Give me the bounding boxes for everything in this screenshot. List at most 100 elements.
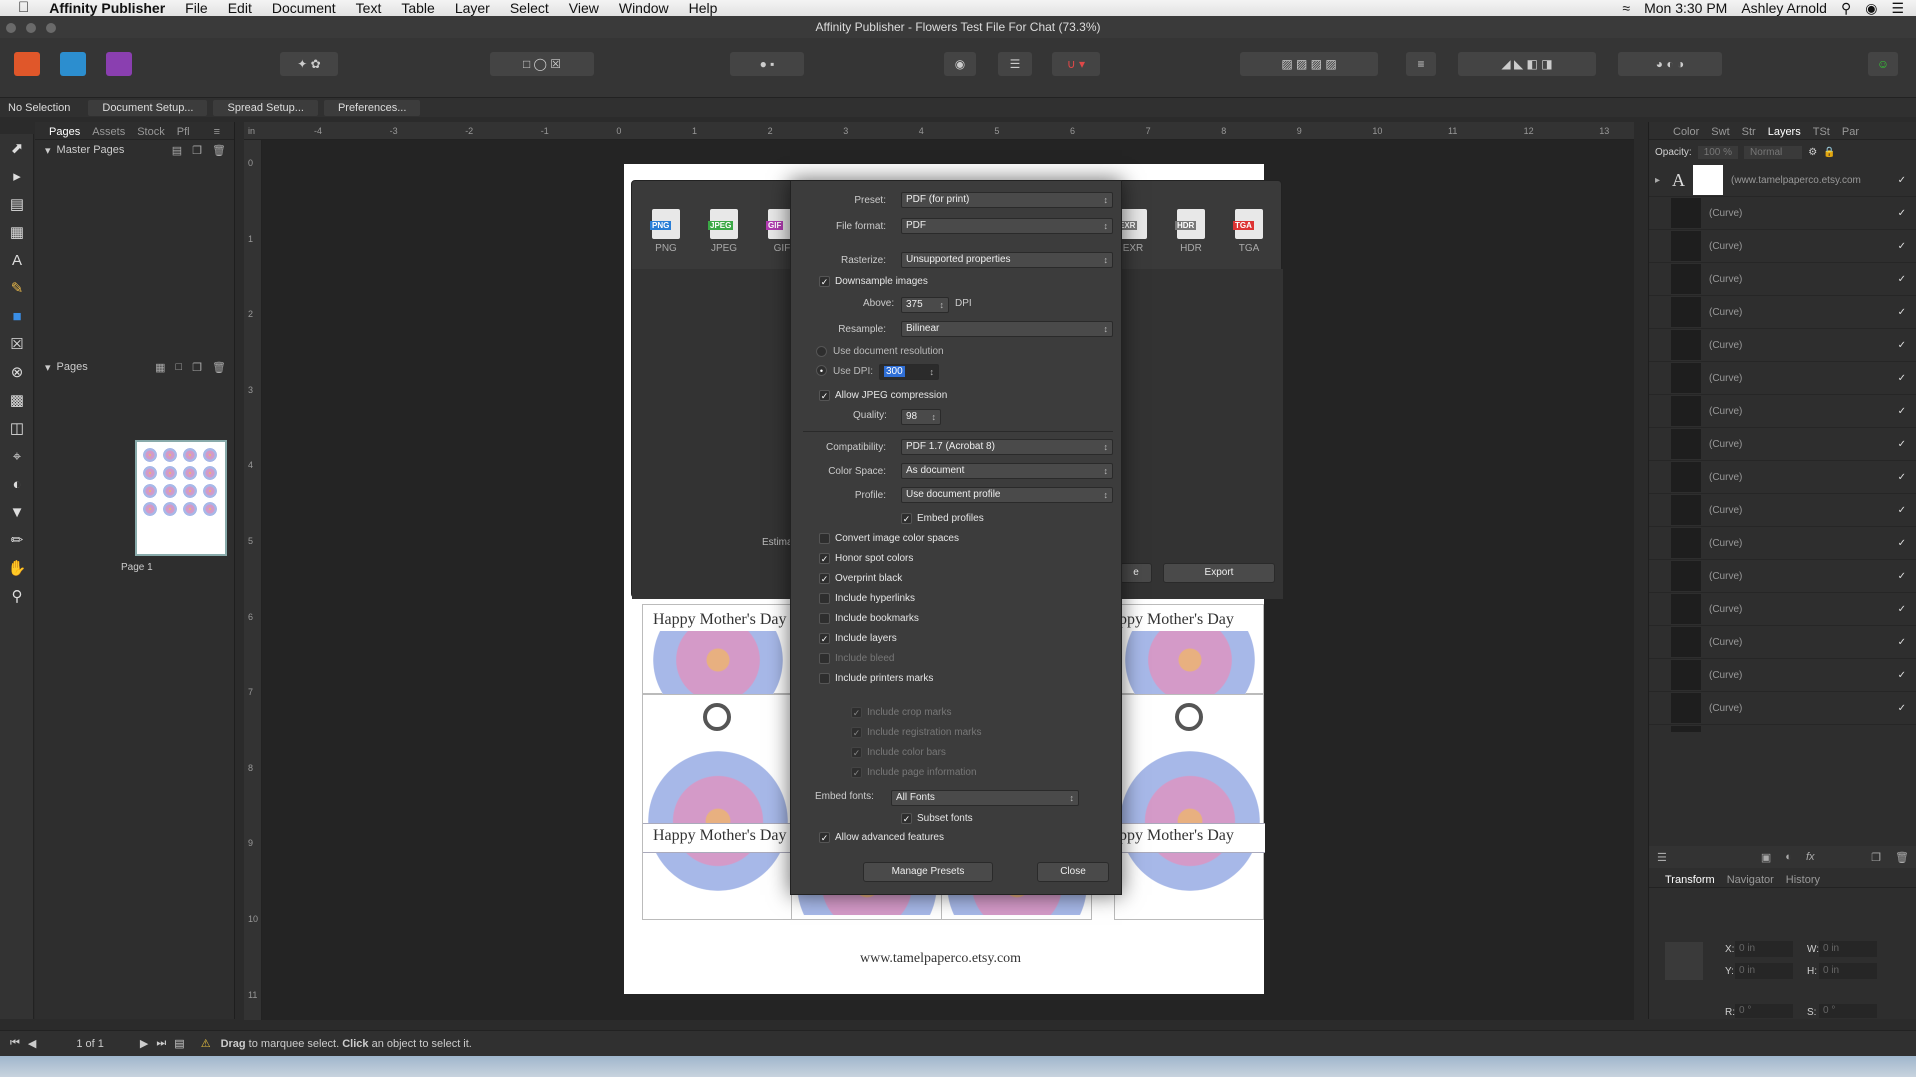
tab-navigator[interactable]: Navigator	[1727, 874, 1774, 886]
visibility-checkbox[interactable]: ✓	[1898, 307, 1906, 318]
zoom-window-icon[interactable]	[46, 23, 56, 33]
prev-page-icon[interactable]: ◀	[28, 1037, 36, 1050]
rectangle-tool-icon[interactable]: ■	[0, 302, 34, 330]
document-setup-button[interactable]: Document Setup...	[88, 99, 208, 116]
layer-row[interactable]: (Curve) ✓	[1649, 197, 1916, 230]
menu-select[interactable]: Select	[500, 0, 559, 16]
page-thumbnail[interactable]	[135, 440, 227, 556]
tab-swatches[interactable]: Swt	[1711, 126, 1729, 138]
arrange-icon[interactable]: ▨ ▨ ▨ ▨	[1240, 52, 1378, 76]
transform-r-input[interactable]: 0 °	[1735, 1004, 1793, 1018]
artistic-text-tool-icon[interactable]: A	[0, 246, 34, 274]
close-window-icon[interactable]	[6, 23, 16, 33]
option-checkbox[interactable]: ✓	[819, 553, 830, 564]
vertical-ruler[interactable]: 0 1 2 3 4 5 6 7 8 9 10 11	[244, 140, 262, 1020]
tab-transform[interactable]: Transform	[1665, 874, 1715, 886]
quality-select[interactable]: 98	[901, 409, 941, 425]
card[interactable]: Happy Mother's Day	[642, 694, 793, 920]
menu-view[interactable]: View	[559, 0, 609, 16]
disclosure-icon[interactable]: ▾	[45, 144, 51, 157]
layer-row[interactable]: (Curve) ✓	[1649, 362, 1916, 395]
duplicate-master-icon[interactable]: ❐	[192, 144, 202, 157]
use-dpi-input[interactable]: 300	[879, 364, 939, 380]
layer-row[interactable]: (Curve) ✓	[1649, 461, 1916, 494]
option-checkbox[interactable]	[819, 533, 830, 544]
tab-pages[interactable]: Pages	[49, 126, 80, 138]
pin-icon[interactable]: ● ▪	[730, 52, 804, 76]
layer-row[interactable]: (Curve) ✓	[1649, 593, 1916, 626]
boolean-icon[interactable]: ◕ ◐ ◑	[1618, 52, 1722, 76]
lock-icon[interactable]: 🔒	[1823, 147, 1835, 158]
visibility-checkbox[interactable]: ✓	[1898, 472, 1906, 483]
pen-tool-icon[interactable]: ✎	[0, 274, 34, 302]
card[interactable]: ppy Mother's Day	[1114, 604, 1264, 705]
layer-row[interactable]: (Curve) ✓	[1649, 527, 1916, 560]
eyedropper-tool-icon[interactable]: ✏	[0, 526, 34, 554]
mask-icon[interactable]: ▣	[1761, 851, 1771, 864]
text-frame-icon[interactable]: ☰	[998, 52, 1032, 76]
minimize-window-icon[interactable]	[26, 23, 36, 33]
option-checkbox[interactable]	[819, 613, 830, 624]
compatibility-select[interactable]: PDF 1.7 (Acrobat 8)	[901, 439, 1113, 455]
layer-row[interactable]: (Curve) ✓	[1649, 659, 1916, 692]
photo-persona-icon[interactable]	[106, 52, 132, 76]
export-button[interactable]: Export	[1163, 563, 1275, 583]
option-checkbox[interactable]	[819, 673, 830, 684]
visibility-checkbox[interactable]: ✓	[1898, 175, 1906, 186]
user-name[interactable]: Ashley Arnold	[1741, 0, 1827, 16]
option-checkbox[interactable]: ✓	[819, 573, 830, 584]
menu-edit[interactable]: Edit	[218, 0, 262, 16]
menu-document[interactable]: Document	[262, 0, 346, 16]
ellipse-frame-tool-icon[interactable]: ⊗	[0, 358, 34, 386]
layers-icon[interactable]: ☰	[1657, 851, 1667, 864]
allow-jpeg-checkbox[interactable]: ✓	[819, 390, 830, 401]
account-icon[interactable]: ☺	[1868, 52, 1898, 76]
last-page-icon[interactable]: ⏭	[156, 1037, 166, 1050]
manage-presets-button[interactable]: Manage Presets	[863, 862, 993, 882]
apple-icon[interactable]: 	[0, 0, 39, 16]
spotlight-icon[interactable]: ⚲	[1841, 0, 1851, 17]
visibility-checkbox[interactable]: ✓	[1898, 373, 1906, 384]
layer-row[interactable]: (Curve) ✓	[1649, 230, 1916, 263]
wifi-icon[interactable]: ≈	[1622, 0, 1630, 16]
add-master-icon[interactable]: ▤	[172, 144, 182, 157]
layer-row[interactable]: (Curve) ✓	[1649, 329, 1916, 362]
use-document-resolution-radio[interactable]	[816, 346, 827, 357]
embed-profiles-checkbox[interactable]: ✓	[901, 513, 912, 524]
adjustment-icon[interactable]: ◐	[1785, 851, 1792, 863]
close-button[interactable]: Close	[1037, 862, 1109, 882]
fill-tool-icon[interactable]: ▼	[0, 498, 34, 526]
preflight-icon[interactable]: ✦ ✿	[280, 52, 338, 76]
vector-crop-tool-icon[interactable]: ◫	[0, 414, 34, 442]
tab-text-styles[interactable]: TSt	[1813, 126, 1830, 138]
opacity-input[interactable]: 100 %	[1697, 145, 1739, 159]
fx-icon[interactable]: fx	[1806, 851, 1815, 863]
layer-row[interactable]: (Curve) ✓	[1649, 263, 1916, 296]
expand-icon[interactable]: ▸	[1655, 175, 1660, 186]
zoom-tool-icon[interactable]: ⚲	[0, 582, 34, 610]
snapping-icon[interactable]: ∪ ▾	[1052, 52, 1100, 76]
layer-row[interactable]: (Curve) ✓	[1649, 626, 1916, 659]
visibility-checkbox[interactable]: ✓	[1898, 241, 1906, 252]
card[interactable]: ppy Mother's Day	[1114, 694, 1265, 920]
tab-history[interactable]: History	[1786, 874, 1820, 886]
layer-row[interactable]: (Curve) ✓	[1649, 428, 1916, 461]
downsample-checkbox[interactable]: ✓	[819, 276, 830, 287]
delete-master-icon[interactable]: 🗑	[212, 144, 226, 157]
visibility-checkbox[interactable]: ✓	[1898, 274, 1906, 285]
app-menu[interactable]: Affinity Publisher	[39, 0, 175, 16]
tab-paragraph[interactable]: Par	[1842, 126, 1859, 138]
visibility-checkbox[interactable]: ✓	[1898, 439, 1906, 450]
subset-fonts-checkbox[interactable]: ✓	[901, 813, 912, 824]
layer-row[interactable]: (Curve) ✓	[1649, 692, 1916, 725]
spread-icon[interactable]: ▤	[174, 1037, 184, 1050]
add-page-icon[interactable]: □	[176, 361, 183, 374]
align-icon[interactable]: ≡	[1406, 52, 1436, 76]
tab-stock[interactable]: Stock	[137, 126, 165, 138]
visibility-checkbox[interactable]: ✓	[1898, 604, 1906, 615]
delete-layer-icon[interactable]: 🗑	[1895, 851, 1916, 864]
tab-layers[interactable]: Layers	[1768, 126, 1801, 138]
layer-row[interactable]: (Curve) ✓	[1649, 494, 1916, 527]
node-tool-icon[interactable]: ▸	[0, 162, 34, 190]
profile-select[interactable]: Use document profile	[901, 487, 1113, 503]
